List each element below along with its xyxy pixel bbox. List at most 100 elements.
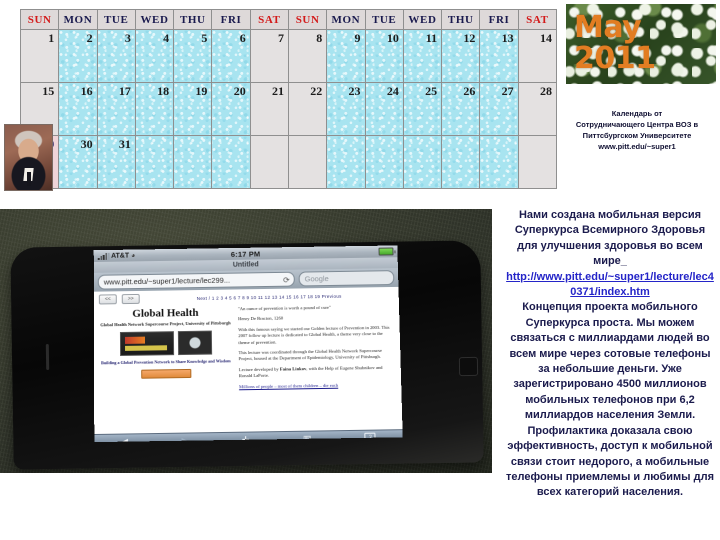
day-header-thu-1: THU bbox=[173, 9, 213, 30]
battery-icon bbox=[378, 247, 394, 256]
lecture-start-button[interactable] bbox=[140, 368, 192, 379]
day-cell: 21 bbox=[249, 82, 289, 136]
day-cell: 2 bbox=[58, 29, 98, 83]
lecture-heading: Global Health bbox=[132, 306, 199, 320]
day-cell: 30 bbox=[58, 135, 98, 189]
day-cell: 28 bbox=[517, 82, 558, 136]
credit-line-3: Питтсбургском Университете bbox=[582, 131, 692, 140]
credit-block: Календарь от Сотрудничающего Центра ВОЗ … bbox=[556, 108, 718, 152]
day-cell: 17 bbox=[96, 82, 136, 136]
url-input[interactable]: www.pitt.edu/~super1/lecture/lec299... ⟳ bbox=[97, 271, 295, 290]
calendar-header-row: SUN MON TUE WED THU FRI SAT SUN MON TUE … bbox=[19, 9, 558, 30]
back-icon[interactable]: ◀ bbox=[121, 437, 128, 443]
credit-line-1: Календарь от bbox=[611, 109, 663, 118]
day-cell-empty bbox=[402, 135, 443, 189]
month-banner-photo: May 2011 bbox=[566, 4, 716, 84]
supercourse-lecture-link[interactable]: http://www.pitt.edu/~super1/lecture/lec4… bbox=[506, 270, 714, 301]
day-header-wed-1: WED bbox=[134, 9, 175, 30]
description-paragraph-1: Нами создана мобильная версия Суперкурса… bbox=[514, 209, 706, 268]
day-cell-empty bbox=[211, 135, 251, 189]
day-cell: 24 bbox=[364, 82, 404, 136]
day-cell: 25 bbox=[402, 82, 443, 136]
credits-prefix: Lecture developed by bbox=[238, 366, 280, 373]
lecture-caption: Building a Global Prevention Network to … bbox=[101, 358, 231, 366]
day-cell: 18 bbox=[134, 82, 175, 136]
lecture-logos bbox=[99, 330, 233, 357]
year-label: 2011 bbox=[574, 41, 656, 76]
supercourse-logo-icon bbox=[119, 331, 174, 357]
day-header-sun-1: SUN bbox=[19, 9, 60, 30]
credit-line-2: Сотрудничающего Центра ВОЗ в bbox=[575, 120, 699, 129]
calendar-week-row-1: 1 2 3 4 5 6 7 8 9 10 11 12 13 14 bbox=[19, 29, 558, 83]
day-cell: 23 bbox=[326, 82, 366, 136]
next-slide-button[interactable]: >> bbox=[121, 293, 140, 305]
day-cell: 4 bbox=[134, 29, 175, 83]
day-cell-empty bbox=[249, 135, 289, 189]
description-paragraph-2: Концепция проекта мобильного Суперкурса … bbox=[506, 301, 714, 499]
day-cell-empty bbox=[134, 135, 175, 189]
day-cell-empty bbox=[173, 135, 213, 189]
calendar-poster-page: SUN MON TUE WED THU FRI SAT SUN MON TUE … bbox=[0, 0, 720, 540]
day-header-sat-2: SAT bbox=[517, 9, 558, 30]
lecture-left-column: Global Health Global Health Network Supe… bbox=[99, 306, 233, 396]
lecture-paragraph-1: With this famous saying we started our G… bbox=[238, 324, 390, 345]
day-cell: 11 bbox=[402, 29, 443, 83]
day-cell: 3 bbox=[96, 29, 136, 83]
day-cell: 14 bbox=[517, 29, 558, 83]
day-cell: 10 bbox=[364, 29, 404, 83]
day-cell: 19 bbox=[173, 82, 213, 136]
day-cell-empty bbox=[326, 135, 366, 189]
day-header-tue-2: TUE bbox=[364, 9, 404, 30]
portrait-tie bbox=[26, 171, 31, 187]
lecture-columns: Global Health Global Health Network Supe… bbox=[99, 304, 397, 397]
reload-icon[interactable]: ⟳ bbox=[283, 274, 290, 287]
day-cell-empty bbox=[287, 135, 328, 189]
lecture-quote: "An ounce of prevention is worth a pound… bbox=[237, 304, 331, 312]
day-cell: 9 bbox=[326, 29, 366, 83]
lecture-subheading: Global Health Network Supercourse Projec… bbox=[100, 320, 231, 328]
day-cell-empty bbox=[517, 135, 558, 189]
day-cell-empty bbox=[364, 135, 404, 189]
month-calendar: SUN MON TUE WED THU FRI SAT SUN MON TUE … bbox=[19, 9, 558, 189]
day-header-mon-2: MON bbox=[326, 9, 366, 30]
day-cell: 20 bbox=[211, 82, 251, 136]
prev-slide-button[interactable]: << bbox=[98, 294, 117, 305]
iphone-screen: AT&T ◕ 6:17 PM Untitled www.pitt.edu/~su… bbox=[93, 245, 403, 443]
url-text: www.pitt.edu/~super1/lecture/lec299... bbox=[103, 275, 231, 287]
month-label: May bbox=[574, 10, 642, 45]
home-button bbox=[458, 356, 479, 377]
calendar-week-row-2: 15 16 17 18 19 20 21 22 23 24 25 26 27 2… bbox=[19, 82, 558, 136]
globe-logo-icon bbox=[177, 330, 212, 356]
day-cell: 6 bbox=[211, 29, 251, 83]
day-header-tue-1: TUE bbox=[96, 9, 136, 30]
lecture-right-column: "An ounce of prevention is worth a pound… bbox=[238, 304, 397, 395]
slide-index-links[interactable]: Next / 1 2 3 4 5 6 7 8 9 10 11 12 13 14 … bbox=[145, 292, 394, 301]
day-cell: 27 bbox=[479, 82, 519, 136]
day-cell: 1 bbox=[19, 29, 60, 83]
day-header-fri-2: FRI bbox=[479, 9, 519, 30]
day-cell: 13 bbox=[479, 29, 519, 83]
day-header-fri-1: FRI bbox=[211, 9, 251, 30]
day-cell: 12 bbox=[441, 29, 481, 83]
volume-button bbox=[45, 343, 50, 371]
day-header-sun-2: SUN bbox=[287, 9, 328, 30]
search-input[interactable]: Google bbox=[298, 270, 395, 287]
day-cell: 16 bbox=[58, 82, 98, 136]
lecture-quote-attribution: Henry De Bracton, 1260 bbox=[238, 315, 284, 322]
lecture-inline-link[interactable]: Millions of people – most of them childr… bbox=[239, 381, 396, 390]
credit-website: www.pitt.edu/~super1 bbox=[598, 142, 676, 151]
lecture-credits: Lecture developed by Faina Linkov, with … bbox=[239, 365, 396, 380]
day-header-wed-2: WED bbox=[402, 9, 443, 30]
month-year-title: May 2011 bbox=[574, 12, 656, 74]
day-header-mon-1: MON bbox=[58, 9, 98, 30]
description-text-block: Нами создана мобильная версия Суперкурса… bbox=[506, 208, 714, 501]
day-cell: 31 bbox=[96, 135, 136, 189]
day-header-thu-2: THU bbox=[441, 9, 481, 30]
day-cell: 8 bbox=[287, 29, 328, 83]
credits-author: Faina Linkov bbox=[279, 365, 307, 372]
person-portrait-photo bbox=[4, 124, 53, 191]
day-cell: 5 bbox=[173, 29, 213, 83]
calendar-week-row-3: 29 30 31 bbox=[19, 135, 558, 189]
day-cell-empty bbox=[479, 135, 519, 189]
lecture-nav-row: << >> Next / 1 2 3 4 5 6 7 8 9 10 11 12 … bbox=[98, 290, 394, 305]
